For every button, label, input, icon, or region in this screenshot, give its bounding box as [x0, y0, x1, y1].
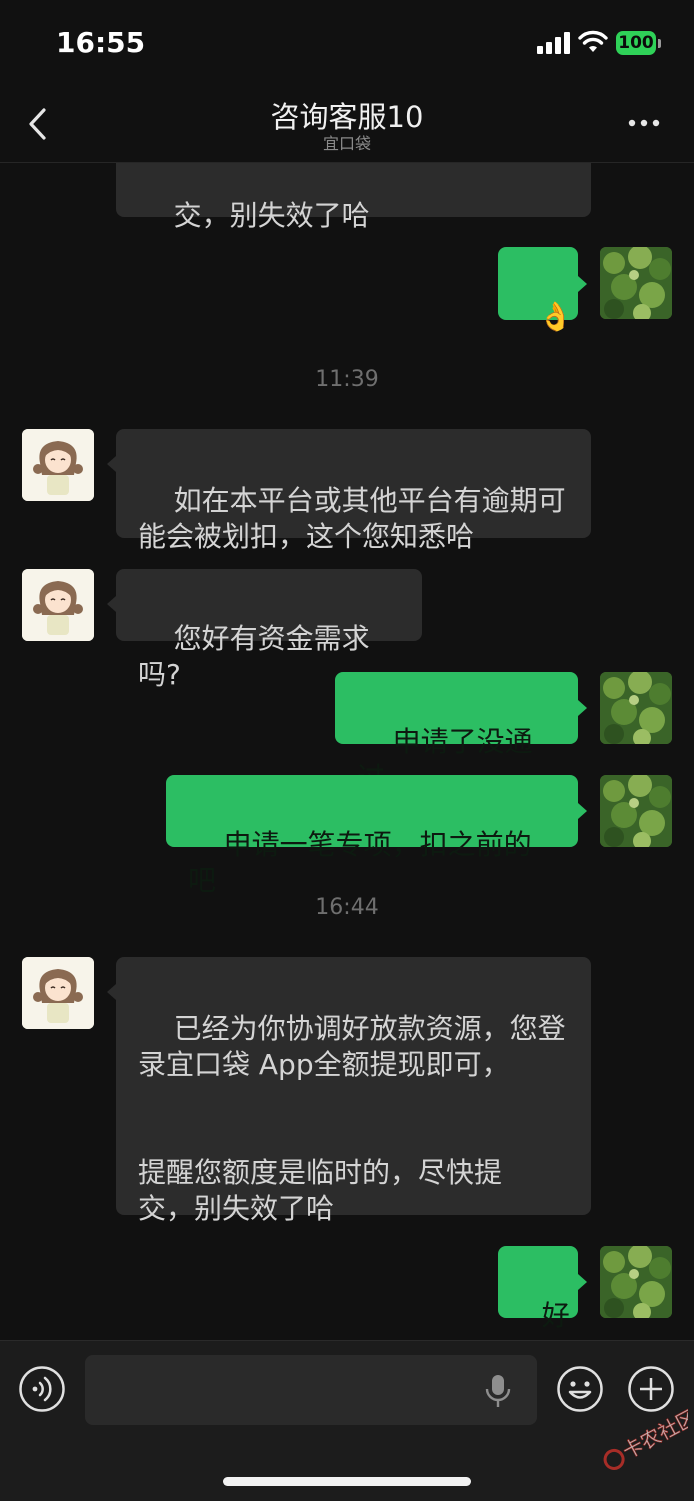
bubble-tail: [107, 596, 116, 612]
message-bubble-incoming[interactable]: 您好有资金需求吗?: [116, 569, 422, 691]
ok-hand-emoji: 👌: [538, 300, 574, 333]
message-text: 如在本平台或其他平台有逾期可 能会被划扣，这个您知悉哈: [138, 484, 566, 553]
mic-icon[interactable]: [484, 1373, 512, 1409]
bubble-tail: [578, 700, 587, 716]
user-avatar[interactable]: [600, 1246, 672, 1318]
message-text: 申请一笔专项，扣之前的吧: [188, 828, 532, 897]
message-text: 好: [541, 1299, 570, 1332]
timestamp: 16:44: [315, 895, 379, 920]
message-text: 交，别失效了哈: [173, 199, 370, 232]
chat-subtitle: 宜口袋: [322, 134, 371, 153]
more-icon[interactable]: [624, 108, 664, 138]
timestamp: 11:39: [315, 367, 379, 392]
message-bubble-incoming[interactable]: 如在本平台或其他平台有逾期可 能会被划扣，这个您知悉哈: [116, 429, 591, 553]
message-input[interactable]: [85, 1355, 537, 1425]
agent-avatar[interactable]: [22, 569, 94, 641]
agent-avatar[interactable]: [22, 429, 94, 501]
bubble-tail: [578, 276, 587, 292]
user-avatar[interactable]: [600, 672, 672, 744]
message-text: 已经为你协调好放款资源，您登 录宜口袋 App全额提现即可， 提醒您额度是临时的…: [138, 1012, 566, 1225]
message-bubble-incoming[interactable]: 已经为你协调好放款资源，您登 录宜口袋 App全额提现即可， 提醒您额度是临时的…: [116, 957, 591, 1225]
user-avatar[interactable]: [600, 247, 672, 319]
message-bubble-outgoing[interactable]: 申请了没通过。: [335, 672, 578, 794]
bubble-tail: [578, 1274, 587, 1290]
bubble-tail: [107, 456, 116, 472]
message-bubble-outgoing[interactable]: 👌: [498, 247, 578, 333]
watermark-logo: 卡农社区: [603, 1405, 688, 1470]
bubble-tail: [578, 803, 587, 819]
home-indicator[interactable]: [223, 1477, 471, 1486]
bubble-tail: [107, 984, 116, 1000]
user-avatar[interactable]: [600, 775, 672, 847]
message-bubble-outgoing[interactable]: 申请一笔专项，扣之前的吧: [166, 775, 578, 897]
svg-text:卡农社区: 卡农社区: [619, 1405, 688, 1464]
agent-avatar[interactable]: [22, 957, 94, 1029]
message-bubble-outgoing[interactable]: 好: [498, 1246, 578, 1332]
chat-header: 咨询客服10 宜口袋: [0, 88, 694, 163]
voice-icon[interactable]: [18, 1365, 66, 1413]
chat-area[interactable]: 交，别失效了哈 👌 11:39 如在本平台或其他平台有逾期可 能会被划扣，这个您…: [0, 0, 694, 1340]
